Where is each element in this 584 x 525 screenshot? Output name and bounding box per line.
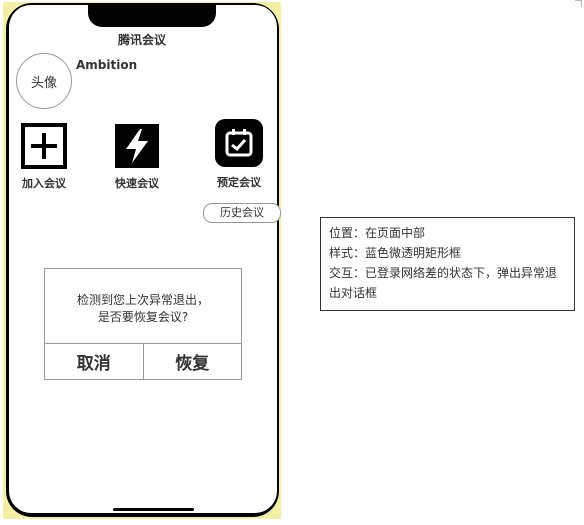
avatar-label: 头像: [30, 75, 57, 91]
calendar-check-icon: [214, 118, 264, 168]
restore-button[interactable]: 恢复: [144, 344, 242, 379]
quick-meeting-button[interactable]: 快速会议: [110, 123, 164, 191]
avatar[interactable]: 头像: [16, 53, 72, 109]
dialog-message-line2: 是否要恢复会议?: [97, 310, 189, 324]
dialog-actions: 取消 恢复: [45, 344, 241, 379]
annotation-note: 位置：在页面中部 样式：蓝色微透明矩形框 交互：已登录网络差的状态下，弹出异常退…: [320, 217, 575, 311]
corner-mark: [575, 0, 582, 7]
phone-notch: [88, 5, 216, 27]
join-meeting-button[interactable]: 加入会议: [17, 123, 71, 191]
dialog-message-line1: 检测到您上次异常退出，: [76, 293, 209, 307]
plus-square-icon: [21, 123, 67, 169]
abnormal-exit-dialog: 检测到您上次异常退出， 是否要恢复会议? 取消 恢复: [44, 268, 242, 380]
page-title: 腾讯会议: [117, 33, 166, 47]
cancel-button[interactable]: 取消: [45, 344, 144, 379]
annotation-position: 位置：在页面中部: [329, 226, 426, 240]
dialog-message: 检测到您上次异常退出， 是否要恢复会议?: [45, 269, 241, 344]
join-meeting-label: 加入会议: [22, 177, 66, 190]
annotation-interaction: 交互：已登录网络差的状态下，弹出异常退出对话框: [329, 266, 558, 300]
lightning-icon: [114, 123, 160, 169]
quick-meeting-label: 快速会议: [115, 177, 159, 190]
history-meetings-button[interactable]: 历史会议: [203, 203, 281, 223]
home-indicator[interactable]: [113, 508, 194, 511]
annotation-style: 样式：蓝色微透明矩形框: [329, 246, 462, 260]
username: Ambition: [76, 58, 138, 72]
schedule-meeting-button[interactable]: 预定会议: [212, 118, 266, 190]
schedule-meeting-label: 预定会议: [217, 176, 261, 189]
